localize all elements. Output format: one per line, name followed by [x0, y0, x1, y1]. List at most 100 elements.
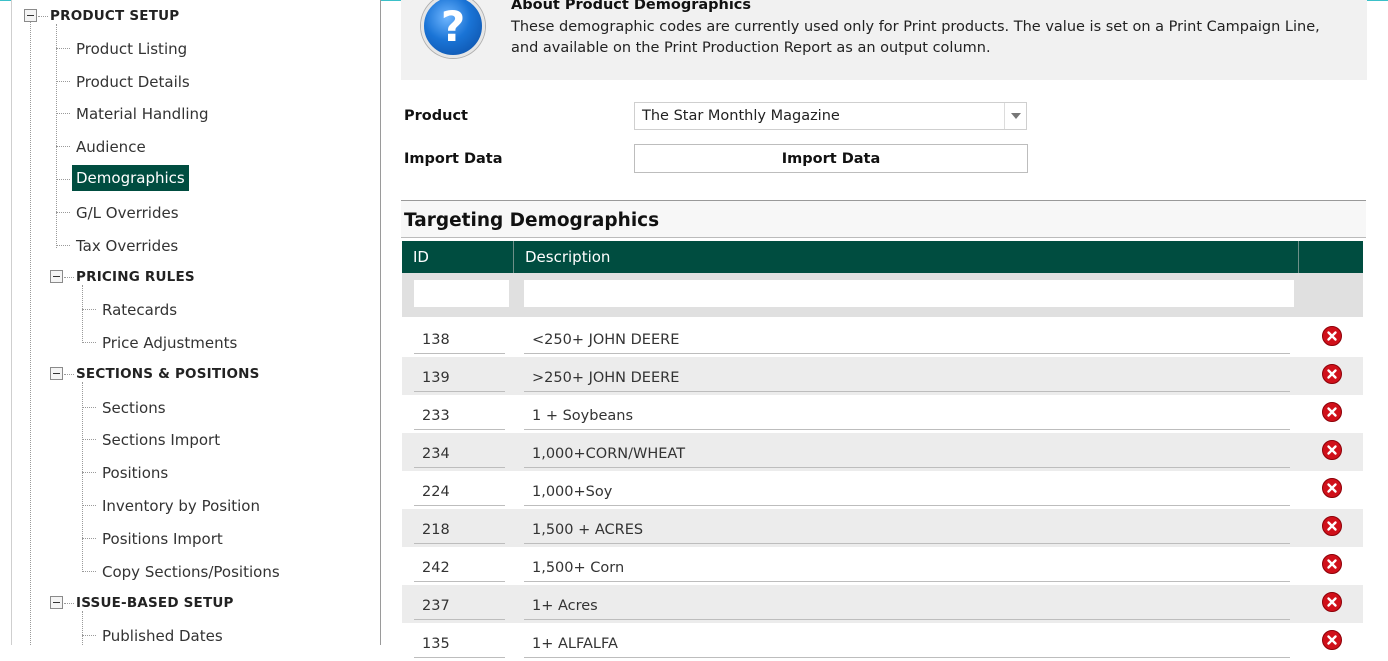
table-row[interactable]: 237 1+ Acres	[402, 585, 1363, 623]
delete-row-icon[interactable]	[1322, 402, 1342, 422]
product-label: Product	[404, 108, 468, 124]
delete-row-icon[interactable]	[1322, 440, 1342, 460]
sidebar-item-demographics[interactable]: Demographics	[72, 165, 189, 191]
sidebar-item-product-details[interactable]: Product Details	[72, 71, 194, 93]
sidebar-item-positions-import[interactable]: Positions Import	[98, 528, 227, 550]
id-cell[interactable]: 218	[414, 516, 505, 544]
tree-section-issue-based-setup[interactable]: ISSUE-BASED SETUP	[76, 595, 234, 611]
tree-line	[56, 113, 70, 114]
sidebar-item-positions[interactable]: Positions	[98, 462, 172, 484]
sidebar-item-label: Material Handling	[76, 105, 209, 123]
tree-line	[64, 277, 74, 278]
id-cell[interactable]: 224	[414, 478, 505, 506]
table-row[interactable]: 224 1,000+Soy	[402, 471, 1363, 509]
section-label: SECTIONS & POSITIONS	[76, 366, 260, 382]
tree-line	[56, 179, 70, 180]
description-cell[interactable]: >250+ JOHN DEERE	[524, 364, 1290, 392]
id-cell[interactable]: 242	[414, 554, 505, 582]
tree-section-pricing-rules[interactable]: PRICING RULES	[76, 269, 195, 285]
id-filter-input[interactable]	[414, 280, 509, 307]
description-cell[interactable]: 1,000+Soy	[524, 478, 1290, 506]
id-cell[interactable]: 139	[414, 364, 505, 392]
sidebar-item-label: Product Details	[76, 73, 190, 91]
description-cell[interactable]: 1+ ALFALFA	[524, 630, 1290, 658]
sidebar-item-label: Inventory by Position	[102, 497, 260, 515]
tree-line	[82, 472, 96, 473]
sidebar-item-price-adjustments[interactable]: Price Adjustments	[98, 332, 241, 354]
tree-line	[82, 309, 96, 310]
sidebar-item-gl-overrides[interactable]: G/L Overrides	[72, 202, 183, 224]
sidebar-tree: PRODUCT SETUP Product Listing Product De…	[11, 0, 381, 645]
product-select[interactable]: The Star Monthly Magazine	[634, 102, 1027, 130]
description-cell[interactable]: 1,500 + ACRES	[524, 516, 1290, 544]
sidebar-item-copy-sections-positions[interactable]: Copy Sections/Positions	[98, 561, 284, 583]
sidebar-item-tax-overrides[interactable]: Tax Overrides	[72, 235, 182, 257]
sidebar-item-published-dates[interactable]: Published Dates	[98, 625, 227, 647]
id-cell[interactable]: 237	[414, 592, 505, 620]
sidebar-item-sections-import[interactable]: Sections Import	[98, 429, 224, 451]
delete-row-icon[interactable]	[1322, 554, 1342, 574]
id-cell[interactable]: 135	[414, 630, 505, 658]
collapse-icon[interactable]	[24, 9, 37, 22]
table-row[interactable]: 139 >250+ JOHN DEERE	[402, 357, 1363, 395]
description-filter-input[interactable]	[524, 280, 1294, 307]
about-text: These demographic codes are currently us…	[511, 19, 1320, 56]
delete-row-icon[interactable]	[1322, 478, 1342, 498]
description-cell[interactable]: 1,000+CORN/WHEAT	[524, 440, 1290, 468]
about-panel: ? About Product Demographics These demog…	[401, 0, 1367, 80]
section-title: Targeting Demographics	[404, 210, 660, 231]
sidebar-item-label: Demographics	[72, 165, 189, 191]
collapse-icon[interactable]	[50, 596, 63, 609]
collapse-icon[interactable]	[50, 367, 63, 380]
sidebar-item-inventory-by-position[interactable]: Inventory by Position	[98, 495, 264, 517]
section-label: PRODUCT SETUP	[50, 8, 180, 24]
tree-line	[38, 16, 48, 17]
table-row[interactable]: 218 1,500 + ACRES	[402, 509, 1363, 547]
tree-line	[82, 505, 96, 506]
collapse-icon[interactable]	[50, 270, 63, 283]
description-cell[interactable]: 1+ Acres	[524, 592, 1290, 620]
sidebar-item-label: G/L Overrides	[76, 204, 179, 222]
about-title: About Product Demographics	[511, 0, 752, 13]
table-row[interactable]: 138 <250+ JOHN DEERE	[402, 319, 1363, 357]
description-cell[interactable]: <250+ JOHN DEERE	[524, 326, 1290, 354]
sidebar-item-label: Ratecards	[102, 301, 178, 319]
tree-line	[82, 382, 83, 572]
tree-line	[56, 81, 70, 82]
tree-line	[82, 611, 83, 645]
id-cell[interactable]: 138	[414, 326, 505, 354]
sidebar-item-product-listing[interactable]: Product Listing	[72, 38, 191, 60]
delete-row-icon[interactable]	[1322, 364, 1342, 384]
column-header-id[interactable]: ID	[402, 241, 514, 273]
filter-row	[402, 273, 1363, 317]
tree-line	[56, 212, 70, 213]
table-row[interactable]: 135 1+ ALFALFA	[402, 623, 1363, 661]
sidebar-item-material-handling[interactable]: Material Handling	[72, 103, 213, 125]
tree-line	[82, 538, 96, 539]
table-row[interactable]: 242 1,500+ Corn	[402, 547, 1363, 585]
tree-line	[82, 635, 96, 636]
import-data-button[interactable]: Import Data	[634, 144, 1028, 173]
tree-line	[56, 48, 70, 49]
grid-header: ID Description	[402, 241, 1363, 273]
description-cell[interactable]: 1,500+ Corn	[524, 554, 1290, 582]
sidebar-item-label: Copy Sections/Positions	[102, 563, 280, 581]
targeting-demographics-header: Targeting Demographics	[401, 200, 1366, 238]
id-cell[interactable]: 233	[414, 402, 505, 430]
id-cell[interactable]: 234	[414, 440, 505, 468]
chevron-down-icon[interactable]	[1004, 103, 1026, 129]
sidebar-item-audience[interactable]: Audience	[72, 136, 150, 158]
table-row[interactable]: 233 1 + Soybeans	[402, 395, 1363, 433]
sidebar-item-ratecards[interactable]: Ratecards	[98, 299, 181, 321]
tree-section-sections-positions[interactable]: SECTIONS & POSITIONS	[76, 366, 260, 382]
delete-row-icon[interactable]	[1322, 516, 1342, 536]
tree-line	[30, 22, 31, 645]
table-row[interactable]: 234 1,000+CORN/WHEAT	[402, 433, 1363, 471]
delete-row-icon[interactable]	[1322, 592, 1342, 612]
description-cell[interactable]: 1 + Soybeans	[524, 402, 1290, 430]
delete-row-icon[interactable]	[1322, 630, 1342, 650]
column-header-description[interactable]: Description	[514, 241, 1299, 273]
delete-row-icon[interactable]	[1322, 326, 1342, 346]
sidebar-item-sections[interactable]: Sections	[98, 397, 170, 419]
tree-section-product-setup[interactable]: PRODUCT SETUP	[50, 8, 179, 24]
